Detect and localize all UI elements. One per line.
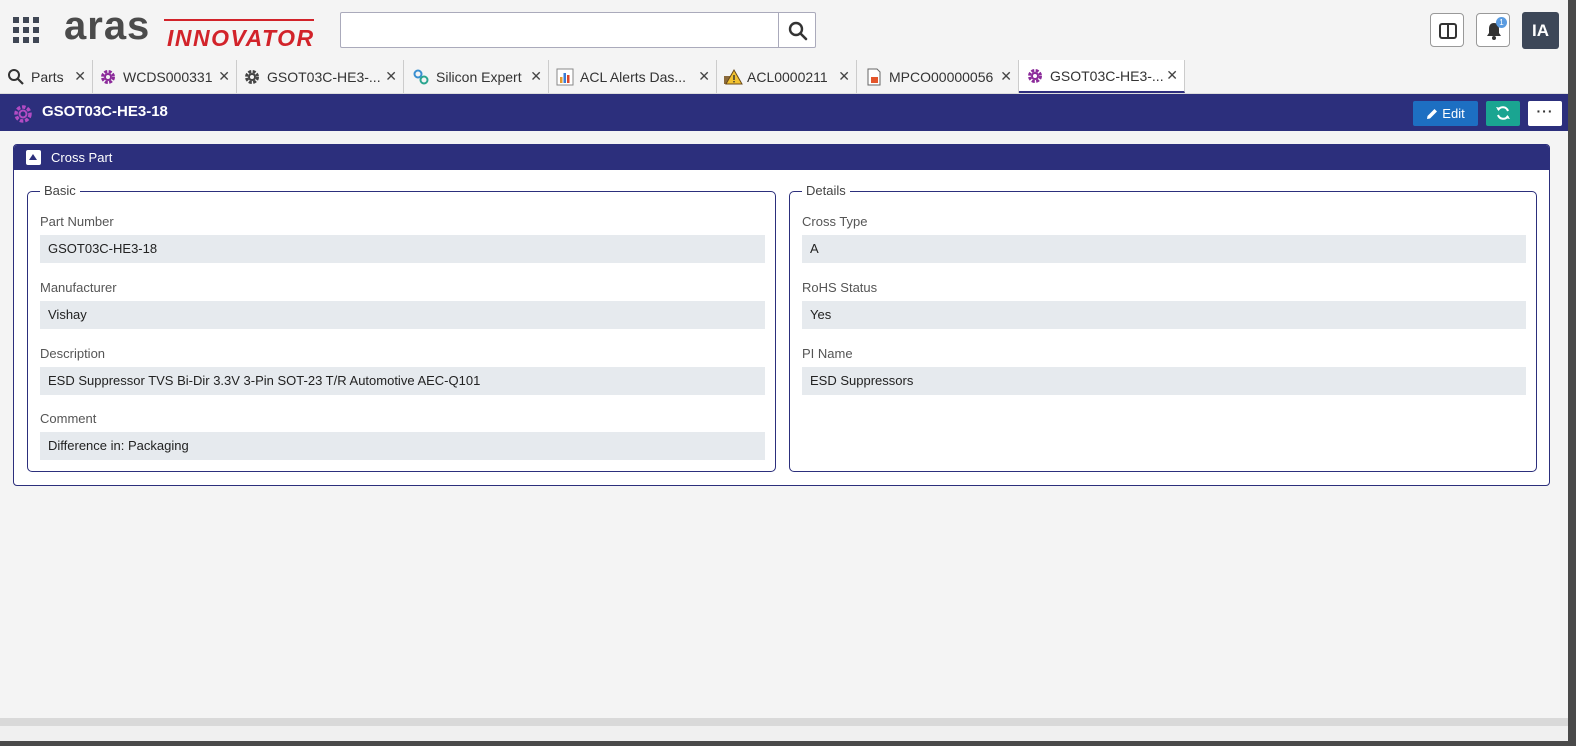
user-avatar[interactable]: IA: [1522, 12, 1559, 49]
close-icon[interactable]: ✕: [530, 68, 542, 85]
split-view-button[interactable]: [1430, 13, 1464, 47]
logo-innovator-text: INNOVATOR: [167, 25, 315, 51]
bar-chart-icon: [556, 68, 574, 86]
cross-type-label: Cross Type: [802, 214, 868, 229]
item-title-bar: GSOT03C-HE3-18 Edit ···: [0, 94, 1568, 131]
close-icon[interactable]: ✕: [74, 68, 86, 85]
fieldset-legend: Basic: [40, 184, 80, 198]
manufacturer-field[interactable]: Vishay: [40, 301, 765, 329]
manufacturer-label: Manufacturer: [40, 280, 117, 295]
refresh-icon: [1496, 106, 1510, 120]
split-view-icon: [1439, 23, 1457, 39]
pencil-icon: [1427, 109, 1438, 119]
close-icon[interactable]: ✕: [1166, 67, 1178, 84]
rohs-status-label: RoHS Status: [802, 280, 878, 295]
tab-gsot03c-active[interactable]: GSOT03C-HE3-... ✕: [1019, 60, 1185, 93]
description-field[interactable]: ESD Suppressor TVS Bi-Dir 3.3V 3-Pin SOT…: [40, 367, 765, 395]
gear-icon: [14, 105, 32, 123]
app-body: aras INNOVATOR 1 IA Parts ✕ WCDS000331 ✕…: [0, 0, 1568, 726]
close-icon[interactable]: ✕: [698, 68, 710, 85]
warning-icon: [723, 68, 743, 86]
aras-innovator-logo: aras INNOVATOR: [64, 6, 324, 52]
app-window: aras INNOVATOR 1 IA Parts ✕ WCDS000331 ✕…: [0, 0, 1568, 741]
pi-name-field[interactable]: ESD Suppressors: [802, 367, 1526, 395]
search-icon: [7, 68, 25, 86]
search-input[interactable]: [340, 12, 779, 48]
comment-field[interactable]: Difference in: Packaging: [40, 432, 765, 460]
edit-button-label: Edit: [1442, 106, 1465, 121]
notification-count-badge: 1: [1496, 17, 1507, 28]
gear-icon: [1026, 67, 1044, 85]
tab-wcds000331[interactable]: WCDS000331 ✕: [93, 60, 237, 93]
basic-fieldset: Basic Part Number GSOT03C-HE3-18 Manufac…: [27, 184, 776, 472]
details-fieldset: Details Cross Type A RoHS Status Yes PI …: [789, 184, 1537, 472]
top-header: aras INNOVATOR 1 IA: [0, 0, 1568, 60]
search-button[interactable]: [778, 12, 816, 48]
fieldset-legend: Details: [802, 184, 850, 198]
collapse-toggle-icon[interactable]: [26, 150, 41, 165]
document-icon: [865, 68, 883, 86]
section-title: Cross Part: [51, 150, 113, 165]
tab-strip: Parts ✕ WCDS000331 ✕ GSOT03C-HE3-... ✕ S…: [0, 60, 1568, 94]
edit-button[interactable]: Edit: [1413, 101, 1478, 126]
tab-label: MPCO00000056: [889, 68, 994, 85]
tab-parts[interactable]: Parts ✕: [0, 60, 93, 93]
notifications-button[interactable]: 1: [1476, 13, 1510, 47]
close-icon[interactable]: ✕: [385, 68, 397, 85]
tab-label: Silicon Expert: [436, 68, 522, 85]
tab-label: Parts: [31, 68, 64, 85]
close-icon[interactable]: ✕: [218, 68, 230, 85]
tab-label: GSOT03C-HE3-...: [267, 68, 381, 85]
refresh-button[interactable]: [1486, 101, 1520, 126]
close-icon[interactable]: ✕: [1000, 68, 1012, 85]
section-header: Cross Part: [14, 145, 1549, 170]
comment-label: Comment: [40, 411, 97, 426]
part-number-label: Part Number: [40, 214, 114, 229]
tab-acl0000211[interactable]: ACL0000211 ✕: [717, 60, 857, 93]
item-form-area: Cross Part Basic Part Number GSOT03C-HE3…: [0, 131, 1568, 718]
rohs-status-field[interactable]: Yes: [802, 301, 1526, 329]
search-icon: [788, 21, 808, 41]
tab-label: ACL0000211: [747, 68, 828, 85]
tab-gsot03c-1[interactable]: GSOT03C-HE3-... ✕: [237, 60, 404, 93]
tab-silicon-expert[interactable]: Silicon Expert ✕: [404, 60, 549, 93]
logo-aras-text: aras: [64, 4, 151, 48]
gear-icon: [99, 68, 117, 86]
cross-part-section: Cross Part Basic Part Number GSOT03C-HE3…: [13, 144, 1550, 486]
bottom-edge: [0, 718, 1568, 726]
cross-type-field[interactable]: A: [802, 235, 1526, 263]
tab-label: GSOT03C-HE3-...: [1050, 67, 1164, 84]
pi-name-label: PI Name: [802, 346, 853, 361]
item-title: GSOT03C-HE3-18: [42, 103, 168, 120]
app-launcher-icon[interactable]: [13, 17, 39, 43]
close-icon[interactable]: ✕: [838, 68, 850, 85]
gear-icon: [243, 68, 261, 86]
more-actions-button[interactable]: ···: [1528, 101, 1562, 126]
tab-acl-alerts[interactable]: ACL Alerts Das... ✕: [549, 60, 717, 93]
description-label: Description: [40, 346, 106, 361]
tab-label: ACL Alerts Das...: [580, 68, 687, 85]
part-number-field[interactable]: GSOT03C-HE3-18: [40, 235, 765, 263]
logo-underline: [164, 19, 314, 21]
gears-icon: [412, 68, 430, 86]
tab-mpco00000056[interactable]: MPCO00000056 ✕: [857, 60, 1019, 93]
tab-label: WCDS000331: [123, 68, 213, 85]
